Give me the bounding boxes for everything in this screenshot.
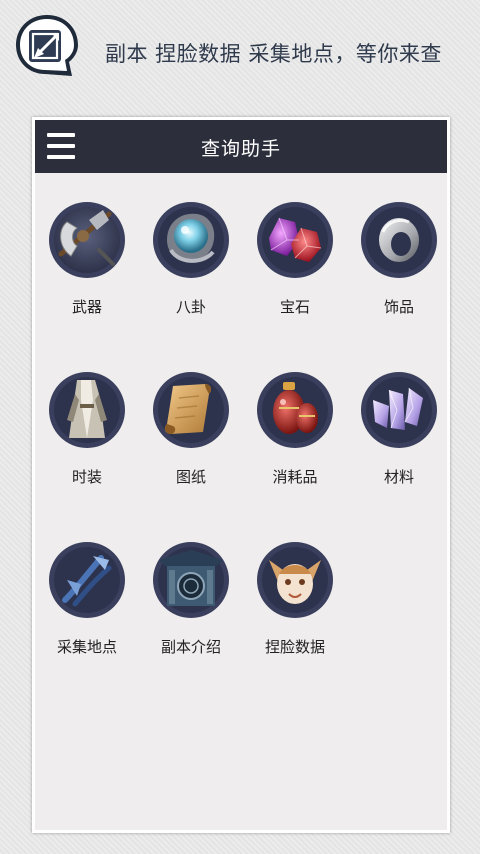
category-label: 饰品 xyxy=(383,298,414,316)
gemstone-icon xyxy=(255,200,335,280)
face-mask-icon xyxy=(255,540,335,620)
category-label: 时装 xyxy=(71,468,102,486)
blueprint-scroll-icon xyxy=(151,370,231,450)
category-label: 八卦 xyxy=(175,298,206,316)
potion-jar-icon xyxy=(255,370,335,450)
category-label: 武器 xyxy=(71,298,102,316)
category-bagua[interactable]: 八卦 xyxy=(139,200,243,330)
category-label: 材料 xyxy=(383,468,414,486)
crystal-material-icon xyxy=(359,370,439,450)
category-gem[interactable]: 宝石 xyxy=(243,200,347,330)
category-label: 采集地点 xyxy=(56,638,117,656)
category-fashion[interactable]: 时装 xyxy=(35,370,139,500)
app-screen: 查询助手 武器 八卦 宝石 饰品 时装 图纸 消耗品 材料 采集地点 副本介绍 … xyxy=(32,117,450,833)
category-blueprint[interactable]: 图纸 xyxy=(139,370,243,500)
category-dungeon-intro[interactable]: 副本介绍 xyxy=(139,540,243,670)
ring-icon xyxy=(359,200,439,280)
category-accessory[interactable]: 饰品 xyxy=(347,200,447,330)
category-gather-location[interactable]: 采集地点 xyxy=(35,540,139,670)
category-label: 捏脸数据 xyxy=(264,638,325,656)
category-label: 图纸 xyxy=(175,468,206,486)
gather-tool-icon xyxy=(47,540,127,620)
app-header: 查询助手 xyxy=(35,120,447,173)
promo-tagline: 副本 捏脸数据 采集地点，等你来查 xyxy=(105,42,442,66)
category-weapon[interactable]: 武器 xyxy=(35,200,139,330)
dungeon-gate-icon xyxy=(151,540,231,620)
category-consumable[interactable]: 消耗品 xyxy=(243,370,347,500)
bagua-orb-icon xyxy=(151,200,231,280)
category-label: 消耗品 xyxy=(272,468,318,486)
category-material[interactable]: 材料 xyxy=(347,370,447,500)
category-label: 副本介绍 xyxy=(160,638,221,656)
weapon-axe-icon xyxy=(47,200,127,280)
edit-square-arrow-icon xyxy=(12,12,82,82)
category-label: 宝石 xyxy=(279,298,310,316)
fashion-outfit-icon xyxy=(47,370,127,450)
category-face-data[interactable]: 捏脸数据 xyxy=(243,540,347,670)
page-title: 查询助手 xyxy=(200,138,281,160)
